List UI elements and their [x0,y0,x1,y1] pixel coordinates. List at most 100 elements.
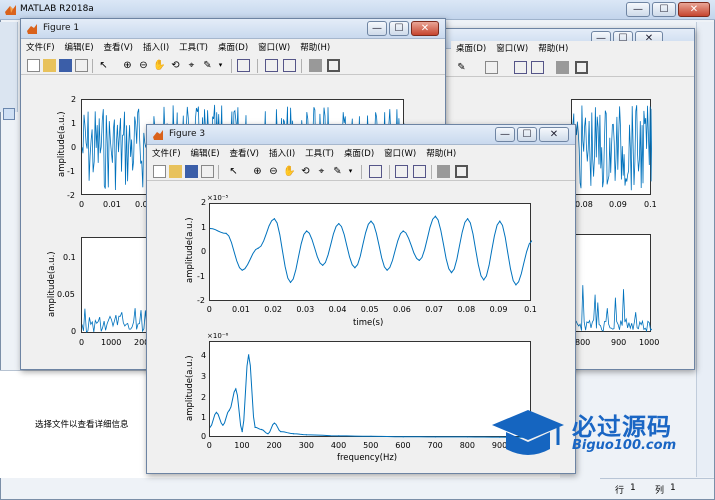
fig1-legend-icon[interactable] [283,59,296,72]
fig1-menu-view[interactable]: 查看(V) [99,40,138,56]
fig1-show-tools-icon[interactable] [327,59,340,72]
fig1-print-icon[interactable] [75,59,88,72]
fig1-link-icon[interactable] [237,59,250,72]
fig2-hide-tools-icon[interactable] [556,61,569,74]
x-tick-label: 500 [363,441,379,450]
close-button[interactable]: ✕ [678,2,710,17]
fig3-show-tools-icon[interactable] [455,165,468,178]
fig1-pointer-icon[interactable]: ↖ [97,59,110,72]
fig2-top-xtick: 0.1 [644,200,657,209]
fig1-open-icon[interactable] [43,59,56,72]
fig1-minimize-button[interactable]: — [367,21,387,36]
fig3-pan-icon[interactable]: ✋ [283,165,296,178]
fig2-print-icon[interactable] [485,61,498,74]
x-tick-label: 200 [266,441,282,450]
fig3-link-icon[interactable] [369,165,382,178]
fig1-rotate-icon[interactable]: ⟲ [169,59,182,72]
x-tick-label: 700 [427,441,443,450]
data-point [280,431,282,433]
fig3-pointer-icon[interactable]: ↖ [227,165,240,178]
fig1-pan-icon[interactable]: ✋ [153,59,166,72]
fig3-top-ytick: -2 [197,296,205,305]
fig2-brush-icon[interactable]: ✎ [455,61,468,74]
fig1-top-xtick: 0 [79,200,85,209]
fig3-menu-tools[interactable]: 工具(T) [300,146,339,162]
fig1-menu-window[interactable]: 窗口(W) [253,40,295,56]
fig2-bottom-axes [571,234,652,333]
fig2-colorbar-icon[interactable] [514,61,527,74]
fig3-maximize-button[interactable]: ☐ [517,127,537,142]
fig1-menu-edit[interactable]: 编辑(E) [60,40,99,56]
x-tick-label: 0 [206,441,212,450]
fig1-maximize-button[interactable]: ☐ [389,21,409,36]
fig1-menu-file[interactable]: 文件(F) [21,40,60,56]
fig3-save-icon[interactable] [185,165,198,178]
fig1-zoom-in-icon[interactable]: ⊕ [121,59,134,72]
fig3-bottom-ytick: 3 [201,372,207,381]
fig1-top-ytick: -2 [67,191,75,200]
fig3-menu-window[interactable]: 窗口(W) [379,146,421,162]
fig1-toolbar: ↖ ⊕ ⊖ ✋ ⟲ ⌖ ✎ ▾ [21,57,445,75]
data-point [386,269,388,271]
fig3-close-button[interactable]: ✕ [539,127,569,142]
fig1-menu-desktop[interactable]: 桌面(D) [213,40,253,56]
nav-arrow-icon[interactable] [3,108,15,120]
fig1-menu-help[interactable]: 帮助(H) [295,40,335,56]
data-point [235,388,237,390]
fig3-colorbar-icon[interactable] [395,165,408,178]
fig3-minimize-button[interactable]: — [495,127,515,142]
fig1-colorbar-icon[interactable] [265,59,278,72]
fig3-toolbar: ↖ ⊕ ⊖ ✋ ⟲ ⌖ ✎ ▾ [147,163,575,181]
fig3-hide-tools-icon[interactable] [437,165,450,178]
fig1-zoom-out-icon[interactable]: ⊖ [137,59,150,72]
fig3-datacursor-icon[interactable]: ⌖ [315,165,328,178]
fig3-print-icon[interactable] [201,165,214,178]
fig2-menu-help[interactable]: 帮助(H) [533,41,573,57]
fig1-menu-tools[interactable]: 工具(T) [174,40,213,56]
fig3-menu-help[interactable]: 帮助(H) [421,146,461,162]
row-value: 1 [630,483,636,493]
figure-1-titlebar[interactable]: Figure 1 — ☐ ✕ [21,19,445,39]
x-tick-label: 0.07 [425,305,443,314]
fig2-bottom-xtick: 1000 [639,338,660,347]
minimize-button[interactable]: — [626,2,650,17]
fig1-hide-tools-icon[interactable] [309,59,322,72]
data-point [467,436,469,438]
fig1-save-icon[interactable] [59,59,72,72]
fig2-menu-window[interactable]: 窗口(W) [491,41,533,57]
data-point [225,232,227,234]
fig2-show-tools-icon[interactable] [575,61,588,74]
fig1-new-icon[interactable] [27,59,40,72]
fig1-brush-dropdown-icon[interactable]: ▾ [214,59,227,72]
separator [431,165,432,179]
fig3-open-icon[interactable] [169,165,182,178]
fig3-brush-dropdown-icon[interactable]: ▾ [344,165,357,178]
fig1-bottom-xtick: 1000 [101,338,122,347]
fig3-new-icon[interactable] [153,165,166,178]
fig3-menu-edit[interactable]: 编辑(E) [186,146,225,162]
figure-3-titlebar[interactable]: Figure 3 — ☐ ✕ [147,125,575,145]
fig2-menu-desktop[interactable]: 桌面(D) [451,41,491,57]
maximize-button[interactable]: ☐ [652,2,676,17]
fig3-menu-desktop[interactable]: 桌面(D) [339,146,379,162]
fig3-brush-icon[interactable]: ✎ [331,165,344,178]
data-point [260,428,263,431]
fig3-menu-view[interactable]: 查看(V) [225,146,264,162]
fig3-menu-insert[interactable]: 插入(I) [264,146,300,162]
fig3-legend-icon[interactable] [413,165,426,178]
fig3-bottom-ytick: 0 [201,432,207,441]
x-tick-label: 0.02 [264,305,282,314]
fig1-menu-insert[interactable]: 插入(I) [138,40,174,56]
fig2-legend-icon[interactable] [531,61,544,74]
fig1-close-button[interactable]: ✕ [411,21,439,36]
fig3-zoom-in-icon[interactable]: ⊕ [251,165,264,178]
fig3-top-ylabel: amplitude(a.u.) [185,217,195,283]
matlab-logo-icon [5,5,16,15]
fig1-datacursor-icon[interactable]: ⌖ [185,59,198,72]
fig3-zoom-out-icon[interactable]: ⊖ [267,165,280,178]
main-titlebar[interactable]: MATLAB R2018a — ☐ ✕ [0,0,715,20]
x-tick-label: 0 [206,305,212,314]
fig3-rotate-icon[interactable]: ⟲ [299,165,312,178]
fig3-menu-file[interactable]: 文件(F) [147,146,186,162]
fig1-brush-icon[interactable]: ✎ [201,59,214,72]
